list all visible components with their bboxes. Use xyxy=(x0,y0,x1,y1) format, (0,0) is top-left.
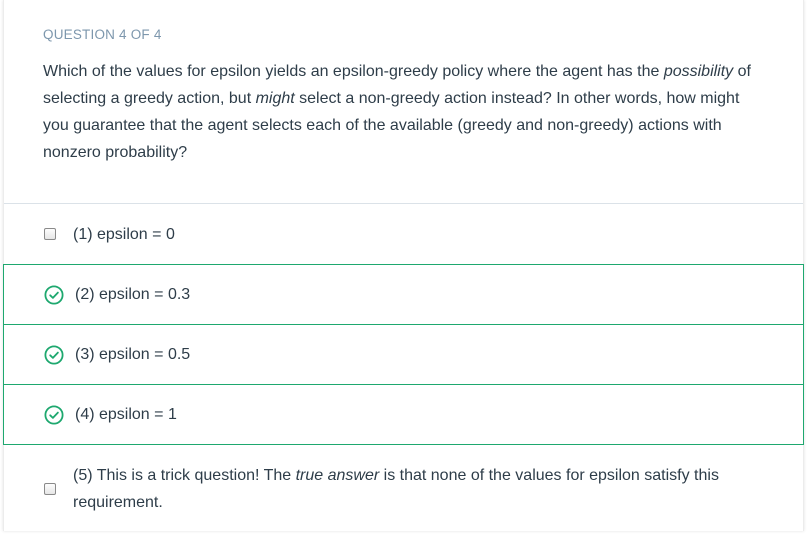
answer-option-5-part1: (5) This is a trick question! The xyxy=(73,466,296,484)
answer-option-4[interactable]: (4) epsilon = 1 xyxy=(3,384,804,445)
checkbox-icon[interactable] xyxy=(44,228,56,240)
question-text: Which of the values for epsilon yields a… xyxy=(43,58,767,166)
check-circle-icon xyxy=(44,404,64,425)
answer-option-label: (3) epsilon = 0.5 xyxy=(75,346,191,363)
question-header: QUESTION 4 OF 4 Which of the values for … xyxy=(4,0,803,204)
answer-option-2[interactable]: (2) epsilon = 0.3 xyxy=(3,264,804,325)
check-circle-icon xyxy=(44,284,64,305)
answer-option-3[interactable]: (3) epsilon = 0.5 xyxy=(3,324,804,385)
answer-option-5-emphasis: true answer xyxy=(295,466,380,484)
question-text-emphasis-possibility: possibility xyxy=(663,63,734,80)
question-text-part1: Which of the values for epsilon yields a… xyxy=(43,63,664,80)
question-count: QUESTION 4 OF 4 xyxy=(43,27,162,42)
answer-option-5[interactable]: (5) This is a trick question! The true a… xyxy=(4,445,803,532)
answer-option-label: (5) This is a trick question! The true a… xyxy=(73,462,753,516)
answer-option-1[interactable]: (1) epsilon = 0 xyxy=(4,204,803,264)
answer-option-label: (4) epsilon = 1 xyxy=(75,406,177,423)
question-text-emphasis-might: might xyxy=(255,90,295,107)
quiz-card: QUESTION 4 OF 4 Which of the values for … xyxy=(3,0,804,531)
answer-option-label: (1) epsilon = 0 xyxy=(73,225,175,243)
checkbox-icon[interactable] xyxy=(44,482,56,495)
check-circle-icon xyxy=(44,344,64,365)
answer-option-label: (2) epsilon = 0.3 xyxy=(75,286,191,303)
